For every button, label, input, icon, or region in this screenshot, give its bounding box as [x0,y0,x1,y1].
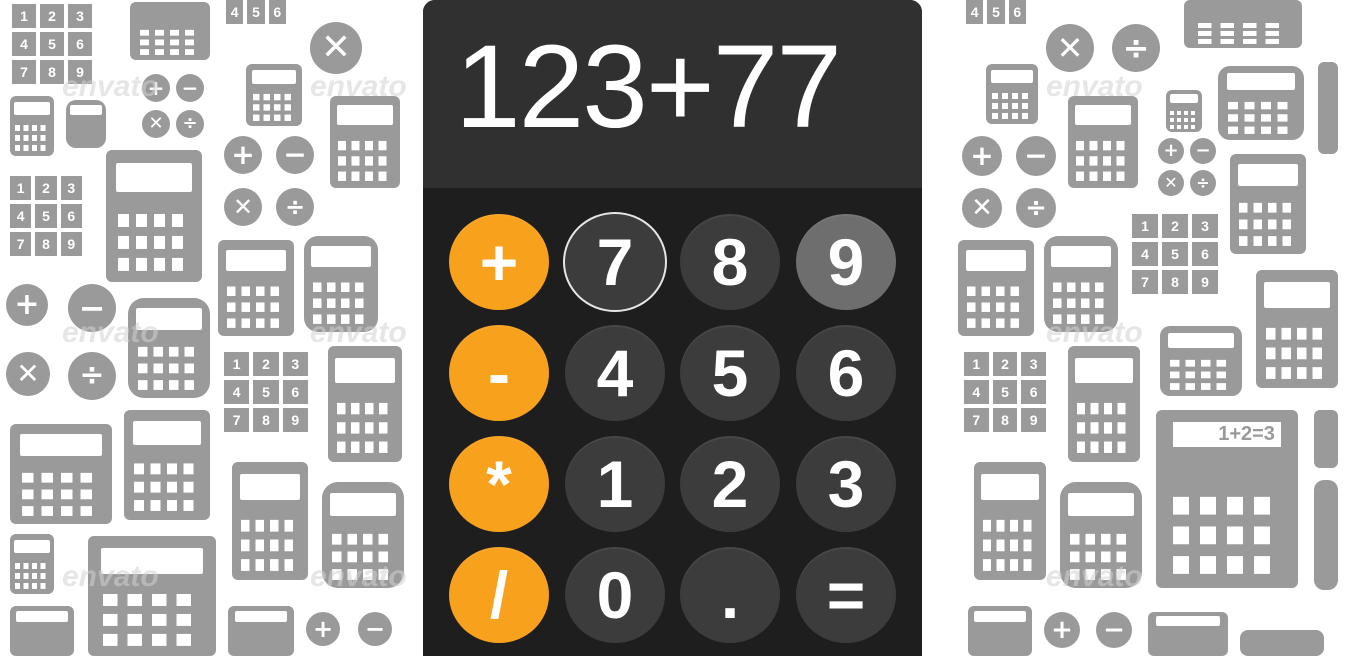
plus-circle-icon: + [962,136,1002,176]
phone-pattern-icon [1160,326,1242,396]
watermark: envato [1046,560,1143,593]
phone-pattern-icon [66,100,106,148]
keypad-pattern: 456 [966,0,1026,24]
minus-button[interactable]: - [449,325,549,421]
calculator-pattern-icon [1314,410,1338,468]
phone-pattern-icon [1314,480,1338,590]
watermark: envato [310,316,407,349]
plus-button[interactable]: + [449,214,549,310]
display-panel: 123+77 [423,0,922,188]
minus-circle-icon: − [1016,136,1056,176]
five-button[interactable]: 5 [680,325,780,421]
calculator-pattern-icon [328,346,402,462]
zero-button[interactable]: 0 [565,547,665,643]
keypad-pattern: 123 456 789 [224,352,308,432]
calculator-pattern-icon [10,424,112,524]
calculator-pattern-icon [968,606,1032,656]
calculator-pattern-icon [228,606,294,656]
plus-circle-icon: + [1044,612,1080,648]
calculator-pattern-icon: 1+2=3 [1156,410,1298,588]
calculator-pattern-icon [246,64,302,126]
background-screen-label: 1+2=3 [1173,422,1281,448]
decimal-button[interactable]: . [680,547,780,643]
divide-circle-icon: ÷ [68,352,116,400]
calculator-pattern-icon [106,150,202,282]
times-circle-icon: ✕ [1158,170,1184,196]
calculator-pattern-icon [986,64,1038,124]
plus-circle-icon: + [6,284,48,326]
calculator-pattern-icon [1166,90,1202,132]
watermark: envato [310,560,407,593]
plus-circle-icon: + [306,612,340,646]
minus-circle-icon: − [1096,612,1132,648]
times-circle-icon: ✕ [1046,24,1094,72]
calculator-pattern-icon [218,240,294,336]
calculator-pattern-icon [130,2,210,60]
divide-circle-icon: ÷ [1016,188,1056,228]
calculator-pattern-icon [1148,612,1228,656]
watermark: envato [1046,70,1143,103]
six-button[interactable]: 6 [796,325,896,421]
watermark: envato [310,70,407,103]
minus-circle-icon: − [276,136,314,174]
minus-circle-icon: − [1190,138,1216,164]
divide-circle-icon: ÷ [276,188,314,226]
eight-button[interactable]: 8 [680,214,780,310]
calculator-pattern-icon [10,96,54,156]
plus-circle-icon: + [224,136,262,174]
divide-circle-icon: ÷ [176,110,204,138]
divide-circle-icon: ÷ [1190,170,1216,196]
equals-button[interactable]: = [796,547,896,643]
watermark: envato [62,316,159,349]
calculator-pattern-icon [10,534,54,594]
calculator-pattern-icon [232,462,308,580]
calculator-pattern-icon [88,536,216,656]
calculator-pattern-icon [1230,154,1306,254]
seven-button[interactable]: 7 [565,214,665,310]
calculator-pattern-icon [1068,96,1138,188]
three-button[interactable]: 3 [796,436,896,532]
keypad-pattern: 456 [226,0,286,24]
display-expression: 123+77 [455,21,842,153]
calculator-pattern-icon [1184,0,1302,48]
watermark: envato [62,70,159,103]
calculator-pattern-icon [958,240,1034,336]
watermark: envato [62,560,159,593]
phone-pattern-icon [1240,630,1324,656]
calculator-pattern-icon [330,96,400,188]
keypad-pattern: 123 456 789 [10,176,82,256]
keypad-pattern: 123 456 789 [964,352,1046,432]
phone-pattern-icon [1218,66,1304,140]
times-circle-icon: ✕ [310,22,362,74]
four-button[interactable]: 4 [565,325,665,421]
calculator-pattern-icon [124,410,210,520]
watermark: envato [1046,316,1143,349]
minus-circle-icon: − [358,612,392,646]
times-circle-icon: ✕ [6,352,50,396]
nine-button[interactable]: 9 [796,214,896,310]
one-button[interactable]: 1 [565,436,665,532]
plus-circle-icon: + [1158,138,1184,164]
multiply-button[interactable]: * [449,436,549,532]
times-circle-icon: ✕ [142,110,170,138]
calculator: 123+77 + 7 8 9 - 4 5 6 * 1 2 3 / 0 . = [423,0,922,656]
calculator-pattern-icon [1068,346,1140,462]
calculator-pattern-icon [1256,270,1338,388]
calculator-pattern-icon [10,606,74,656]
minus-circle-icon: − [176,74,204,102]
divide-button[interactable]: / [449,547,549,643]
times-circle-icon: ✕ [224,188,262,226]
calculator-pattern-icon [974,462,1046,580]
divide-circle-icon: ÷ [1112,24,1160,72]
keypad-pattern: 123 456 789 [1132,214,1218,294]
times-circle-icon: ✕ [962,188,1002,228]
two-button[interactable]: 2 [680,436,780,532]
keypad-pattern-icon [1318,62,1338,154]
